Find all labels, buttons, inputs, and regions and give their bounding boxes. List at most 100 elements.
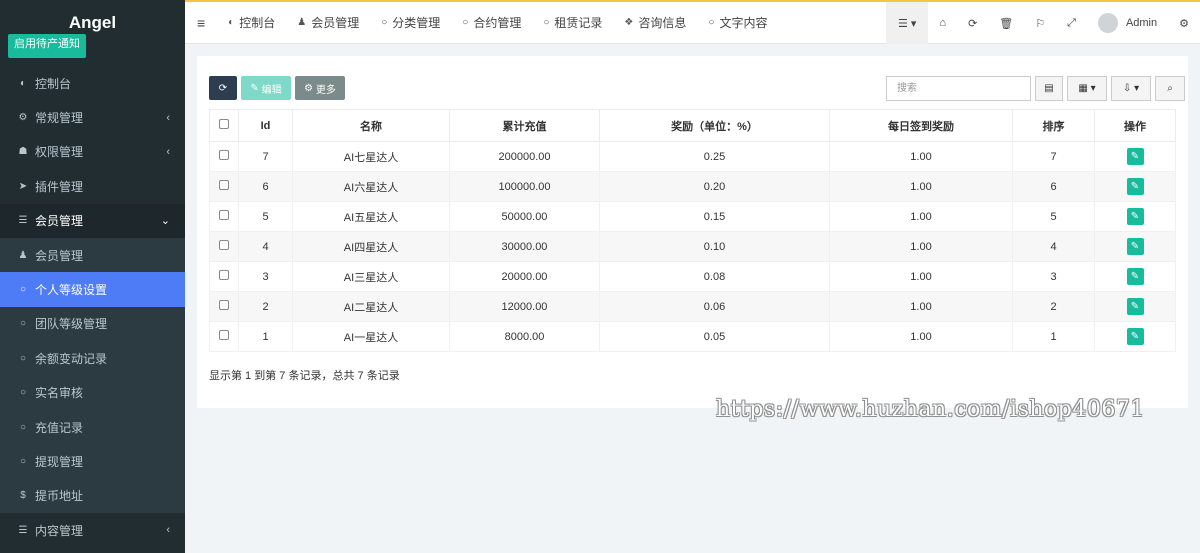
sidebar-item[interactable]: ○ 充值记录 <box>0 409 185 445</box>
fullscreen-icon[interactable]: ⤢ <box>1056 2 1087 44</box>
search-input[interactable]: 搜索 <box>886 76 1031 101</box>
header-id[interactable]: Id <box>238 109 293 142</box>
row-checkbox[interactable] <box>219 270 229 280</box>
user-icon: ♟ <box>297 17 307 28</box>
list-dropdown-icon[interactable]: ☰ ▾ <box>885 2 929 44</box>
header-name[interactable]: 名称 <box>292 109 450 142</box>
top-tab[interactable]: ○ 分类管理 <box>370 2 451 44</box>
language-icon[interactable]: ⚐ <box>1024 2 1056 44</box>
row-checkbox[interactable] <box>219 330 229 340</box>
row-checkbox[interactable] <box>219 300 229 310</box>
sidebar-item-label: 权限管理 <box>35 145 84 160</box>
sidebar-item[interactable]: ♟ 会员管理 <box>0 237 185 273</box>
cell-action: ✎ <box>1094 201 1176 232</box>
edit-row-icon[interactable]: ✎ <box>1126 268 1144 285</box>
row-select-cell[interactable] <box>209 321 239 352</box>
circle-icon: ○ <box>462 17 469 28</box>
row-select-cell[interactable] <box>209 171 239 202</box>
table-row[interactable]: 2 AI二星达人 12000.00 0.06 1.00 2 ✎ <box>209 291 1176 322</box>
table-row[interactable]: 6 AI六星达人 100000.00 0.20 1.00 6 ✎ <box>209 171 1176 202</box>
cell-sort: 6 <box>1012 171 1095 202</box>
list-icon: ☰ <box>18 524 28 536</box>
menu-toggle-icon[interactable]: ≡ <box>185 2 217 44</box>
table-row[interactable]: 4 AI四星达人 30000.00 0.10 1.00 4 ✎ <box>209 231 1176 262</box>
row-select-cell[interactable] <box>209 231 239 262</box>
top-navbar: ≡ ◐ 控制台 ♟ 会员管理 ○ 分类管理 ○ 合约管理 ○ 租赁记录 ❖ 咨询信息 ○ 文字内容 ☰ ▾… <box>185 2 1200 44</box>
table-row[interactable]: 5 AI五星达人 50000.00 0.15 1.00 5 ✎ <box>209 201 1176 232</box>
select-all-checkbox[interactable] <box>219 119 229 129</box>
edit-row-icon[interactable]: ✎ <box>1126 298 1144 315</box>
toggle-view-icon[interactable]: ▤ <box>1035 76 1063 101</box>
row-select-cell[interactable] <box>209 201 239 232</box>
more-button[interactable]: ⚙ 更多 <box>295 76 345 100</box>
table-body: 7 AI七星达人 200000.00 0.25 1.00 7 ✎ 6 AI六星达人 100000.… <box>209 141 1176 352</box>
cell-action: ✎ <box>1094 141 1176 172</box>
top-tab[interactable]: ○ 文字内容 <box>697 2 778 44</box>
sidebar-item[interactable]: ○ 提现管理 <box>0 444 185 479</box>
search-icon[interactable]: ⌕ <box>1155 76 1185 101</box>
row-checkbox[interactable] <box>219 180 229 190</box>
sidebar-item[interactable]: ☗ 权限管理 ‹ <box>0 135 185 169</box>
sidebar-item-label: 个人等级设置 <box>35 283 108 298</box>
header-sort[interactable]: 排序 <box>1012 109 1095 142</box>
home-icon[interactable]: ⌂ <box>928 2 957 44</box>
sidebar-item-label: 控制台 <box>35 76 72 91</box>
settings-icon[interactable]: ⚙ <box>1168 2 1200 44</box>
user-menu[interactable]: Admin <box>1087 2 1168 44</box>
table-row[interactable]: 3 AI三星达人 20000.00 0.08 1.00 3 ✎ <box>209 261 1176 292</box>
row-checkbox[interactable] <box>219 240 229 250</box>
row-checkbox[interactable] <box>219 210 229 220</box>
cell-recharge: 50000.00 <box>449 201 600 232</box>
navbar-right: ☰ ▾ ⌂ ⟳ 🗑 ⚐ ⤢ Admin ⚙ <box>885 2 1200 44</box>
edit-row-icon[interactable]: ✎ <box>1126 148 1144 165</box>
row-checkbox[interactable] <box>219 150 229 160</box>
refresh-icon[interactable]: ⟳ <box>957 2 988 44</box>
top-tab[interactable]: ○ 租赁记录 <box>532 2 613 44</box>
row-select-cell[interactable] <box>209 261 239 292</box>
sidebar-item[interactable]: ☰ 会员管理 ⌄ <box>0 203 185 238</box>
table-row[interactable]: 1 AI一星达人 8000.00 0.05 1.00 1 ✎ <box>209 321 1176 352</box>
circle-icon: ○ <box>19 352 27 364</box>
sidebar-item[interactable]: ○ 团队等级管理 <box>0 306 185 342</box>
cell-reward: 0.20 <box>599 171 830 202</box>
top-tab[interactable]: ❖ 咨询信息 <box>613 2 697 44</box>
edit-row-icon[interactable]: ✎ <box>1126 178 1144 195</box>
edit-row-icon[interactable]: ✎ <box>1126 328 1144 345</box>
cell-sort: 5 <box>1012 201 1095 232</box>
cell-name: AI二星达人 <box>292 291 450 322</box>
sidebar-item[interactable]: ⚙ 常规管理 ‹ <box>0 100 185 134</box>
export-dropdown-icon[interactable]: ⇩ ▾ <box>1111 76 1151 101</box>
sidebar-item[interactable]: ○ 实名审核 <box>0 375 185 410</box>
sidebar-item[interactable]: $ 提币地址 <box>0 478 185 514</box>
sidebar-menu: ◐ 控制台 ⚙ 常规管理 ‹ ☗ 权限管理 ‹ ➤ 插件管理 ☰ 会员管理 ⌄ ♟ 会员管理 ○ 个人等级设置 ○… <box>0 66 185 547</box>
top-tab[interactable]: ◐ 控制台 <box>217 2 286 44</box>
sidebar-item[interactable]: ☰ 内容管理 ‹ <box>0 513 185 547</box>
edit-button[interactable]: ✎ 编辑 <box>241 76 291 100</box>
notice-button[interactable]: 启用待产通知 <box>8 34 86 58</box>
top-tab[interactable]: ♟ 会员管理 <box>286 2 370 44</box>
header-reward[interactable]: 奖励（单位：%） <box>599 109 830 142</box>
cell-reward: 0.10 <box>599 231 830 262</box>
top-tab[interactable]: ○ 合约管理 <box>451 2 532 44</box>
admin-name: Admin <box>1125 17 1158 29</box>
select-all-cell[interactable] <box>209 109 239 142</box>
edit-row-icon[interactable]: ✎ <box>1126 208 1144 225</box>
sidebar-item-label: 充值记录 <box>35 420 84 435</box>
row-select-cell[interactable] <box>209 291 239 322</box>
sidebar-item[interactable]: ◐ 控制台 <box>0 66 185 100</box>
sidebar-item[interactable]: ➤ 插件管理 <box>0 169 185 203</box>
refresh-button[interactable]: ⟳ <box>209 76 237 100</box>
top-tabs: ◐ 控制台 ♟ 会员管理 ○ 分类管理 ○ 合约管理 ○ 租赁记录 ❖ 咨询信息 ○ 文字内容 <box>217 2 778 44</box>
edit-row-icon[interactable]: ✎ <box>1126 238 1144 255</box>
trash-icon[interactable]: 🗑 <box>988 2 1024 44</box>
sidebar-item[interactable]: ○ 个人等级设置 <box>0 272 185 307</box>
header-recharge[interactable]: 累计充值 <box>449 109 600 142</box>
header-daily[interactable]: 每日签到奖励 <box>829 109 1013 142</box>
sidebar-item[interactable]: ○ 余额变动记录 <box>0 341 185 376</box>
table-row[interactable]: 7 AI七星达人 200000.00 0.25 1.00 7 ✎ <box>209 141 1176 172</box>
row-select-cell[interactable] <box>209 141 239 172</box>
columns-dropdown-icon[interactable]: ▦ ▾ <box>1067 76 1107 101</box>
chevron-icon: ‹ <box>166 524 170 537</box>
cell-recharge: 200000.00 <box>449 141 600 172</box>
circle-icon: ○ <box>708 17 715 28</box>
